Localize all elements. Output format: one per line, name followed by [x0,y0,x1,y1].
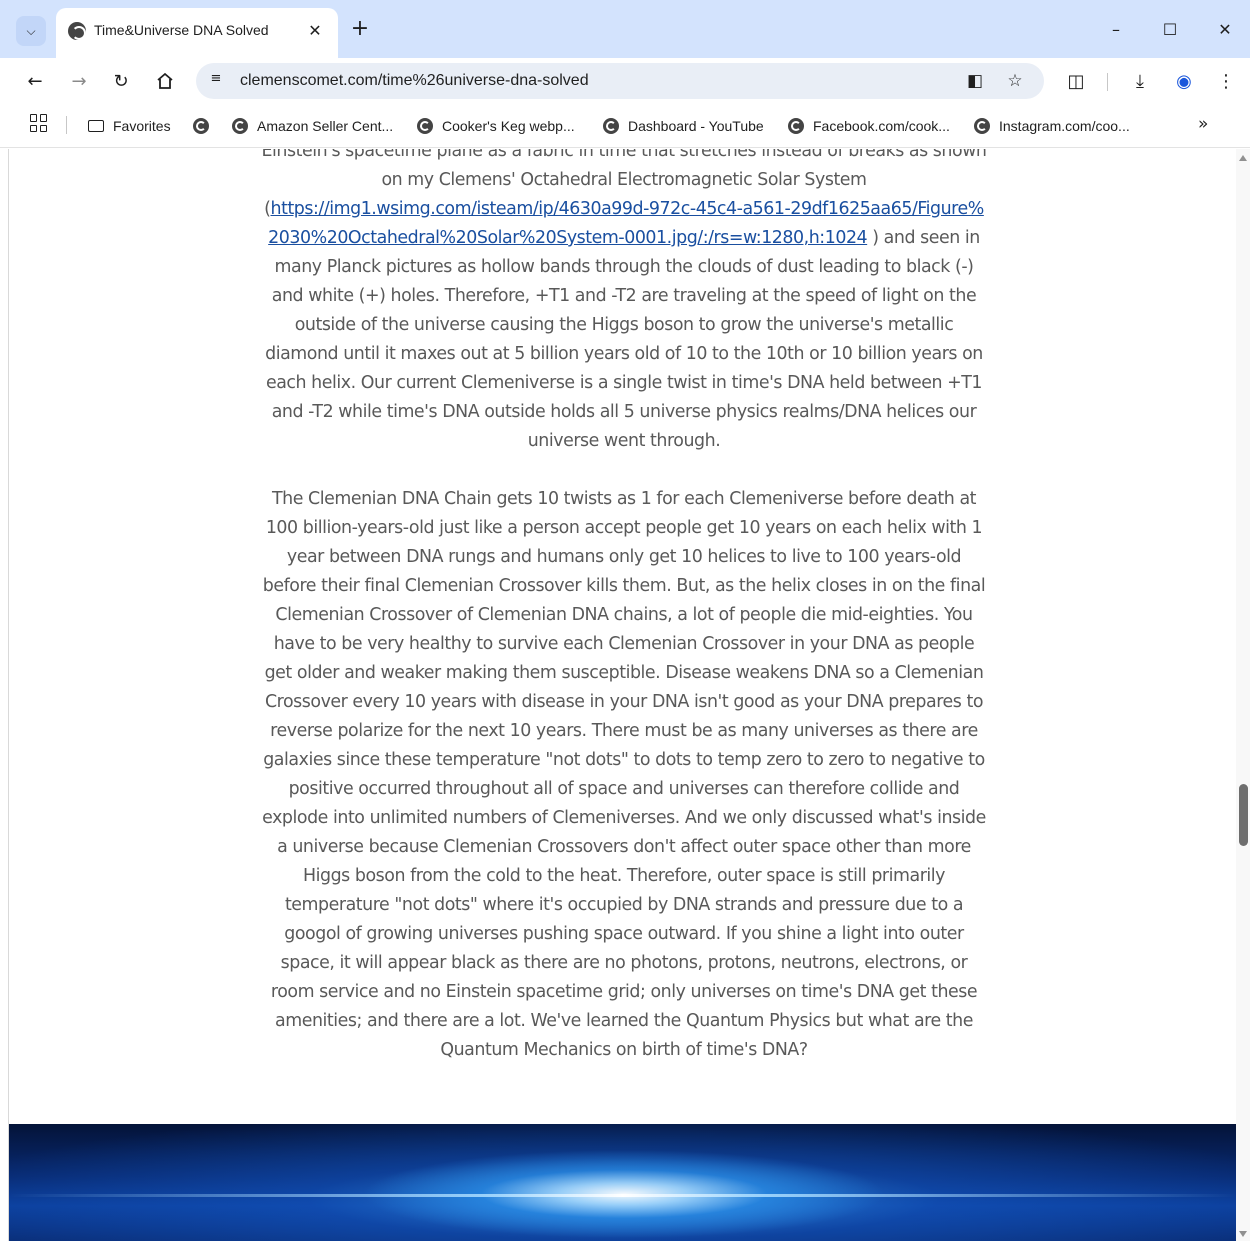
minimize-button[interactable]: – [1098,14,1134,44]
globe-icon [603,118,619,134]
vertical-scrollbar[interactable] [1236,149,1250,1241]
address-bar[interactable]: ≡ clemenscomet.com/time%26universe-dna-s… [196,63,1044,99]
page-viewport: Einstein's spacetime plane as a fabric i… [8,149,1236,1241]
bookmark-label: Instagram.com/coo... [999,118,1130,134]
reload-icon: ↻ [113,70,129,92]
globe-icon [232,118,248,134]
home-icon [157,72,173,89]
kebab-menu-icon: ⋮ [1217,70,1235,92]
bookmark-untitled[interactable] [193,116,218,136]
article-body: Einstein's spacetime plane as a fabric i… [259,149,989,1065]
bookmark-youtube-dashboard[interactable]: Dashboard - YouTube [603,116,764,136]
forward-arrow-icon: → [71,70,87,92]
close-tab-icon[interactable]: ✕ [304,20,326,42]
forward-button[interactable]: → [64,66,94,96]
profile-icon: ◉ [1176,70,1192,92]
globe-icon [193,118,209,134]
reload-button[interactable]: ↻ [106,66,136,96]
bookmark-favorites[interactable]: Favorites [88,116,171,136]
tune-icon[interactable]: ≡ [206,71,226,91]
bookmark-facebook[interactable]: Facebook.com/cook... [788,116,950,136]
apps-grid-icon[interactable] [30,114,48,132]
chevron-down-icon: ⌵ [26,23,36,38]
more-bookmarks-chevron-icon[interactable]: » [1198,114,1208,134]
cast-icon[interactable]: ◧ [962,69,988,93]
bookmark-cookers-keg[interactable]: Cooker's Keg webp... [417,116,575,136]
url-text[interactable]: clemenscomet.com/time%26universe-dna-sol… [240,72,589,90]
bookmarks-divider [66,116,67,134]
new-tab-button[interactable]: + [346,16,374,44]
scrollbar-thumb[interactable] [1239,784,1248,846]
bookmark-label: Dashboard - YouTube [628,118,764,134]
tab-strip: ⌵ Time&Universe DNA Solved ✕ + – ☐ ✕ [0,0,1250,58]
home-button[interactable] [150,66,180,96]
extensions-button[interactable]: ◫ [1061,66,1091,96]
maximize-button[interactable]: ☐ [1152,14,1188,44]
paragraph-2: The Clemenian DNA Chain gets 10 twists a… [262,489,986,1060]
globe-icon [974,118,990,134]
scroll-up-arrow-icon[interactable] [1239,155,1247,161]
paragraph-1-text: ) and seen in many Planck pictures as ho… [265,228,983,451]
hero-banner-image [9,1124,1236,1241]
bookmark-instagram[interactable]: Instagram.com/coo... [974,116,1130,136]
globe-icon [788,118,804,134]
menu-button[interactable]: ⋮ [1211,66,1241,96]
download-icon: ⤓ [1136,70,1144,92]
back-button[interactable]: ← [20,66,50,96]
back-arrow-icon: ← [27,70,43,92]
tab-search-button[interactable]: ⌵ [16,16,46,46]
close-window-button[interactable]: ✕ [1207,14,1243,44]
active-tab[interactable]: Time&Universe DNA Solved ✕ [56,8,338,58]
downloads-button[interactable]: ⤓ [1125,66,1155,96]
globe-icon [417,118,433,134]
star-icon[interactable]: ☆ [1002,69,1028,93]
puzzle-icon: ◫ [1067,70,1085,92]
toolbar-divider [1107,73,1108,91]
folder-icon [88,120,104,132]
browser-toolbar: ← → ↻ ≡ clemenscomet.com/time%26universe… [0,58,1250,104]
bookmark-amazon-seller[interactable]: Amazon Seller Cent... [232,116,393,136]
profile-button[interactable]: ◉ [1169,66,1199,96]
globe-icon [68,22,86,40]
bookmark-label: Facebook.com/cook... [813,118,950,134]
paragraph-1: Einstein's spacetime plane as a fabric i… [259,149,989,456]
light-horizon-line [9,1194,1236,1197]
bookmark-label: Amazon Seller Cent... [257,118,394,134]
bookmark-label: Favorites [113,118,171,134]
paragraph-1-line: my Clemens' Octahedral Electromagnetic S… [407,170,867,190]
tab-title: Time&Universe DNA Solved [94,22,269,38]
bookmark-label: Cooker's Keg webp... [442,118,575,134]
scroll-down-arrow-icon[interactable] [1239,1231,1247,1237]
